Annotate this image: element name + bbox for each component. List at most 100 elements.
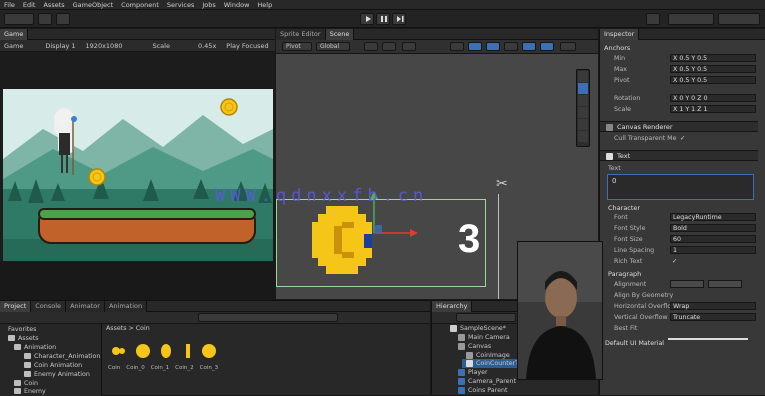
hierarchy-item-scene[interactable]: SampleScene*: [450, 324, 506, 333]
insp-row-v-overflow: Vertical Overflow Truncate: [608, 313, 758, 322]
project-search-input[interactable]: [198, 313, 338, 322]
audio-toggle[interactable]: [486, 42, 500, 51]
insp-row-rich-text: Rich Text ✓: [614, 258, 678, 265]
search-icon[interactable]: [646, 13, 660, 25]
menu-component[interactable]: Component: [121, 0, 159, 10]
layers-dropdown[interactable]: [668, 13, 714, 25]
insp-row-min: Min X 0.5 Y 0.5: [608, 54, 758, 63]
text-value-input[interactable]: 0: [607, 174, 754, 200]
project-panel: Project Console Animator Animation Favor…: [0, 300, 430, 396]
paragraph-section: Paragraph: [608, 270, 642, 278]
tab-animation[interactable]: Animation: [104, 300, 148, 312]
game-scale-value[interactable]: 0.45x: [198, 40, 216, 52]
tree-coin-animation[interactable]: Coin Animation: [24, 361, 82, 370]
tab-sprite-editor[interactable]: Sprite Editor: [276, 28, 326, 40]
anchors-section[interactable]: Anchors: [604, 44, 630, 52]
tab-inspector[interactable]: Inspector: [600, 28, 640, 40]
collab-icon[interactable]: [56, 13, 70, 25]
menu-file[interactable]: File: [4, 0, 15, 10]
game-display-select[interactable]: Display 1: [45, 40, 75, 52]
coin-asset-thumbnails[interactable]: [108, 341, 238, 363]
menu-window[interactable]: Window: [224, 0, 250, 10]
snap-increment-icon[interactable]: [382, 42, 396, 51]
layout-dropdown[interactable]: [718, 13, 760, 25]
pause-button[interactable]: [376, 13, 390, 25]
menu-gameobject[interactable]: GameObject: [73, 0, 114, 10]
canvas-edge-line: [498, 194, 499, 299]
game-display-mode[interactable]: Game: [4, 40, 23, 52]
asset-coin-1[interactable]: Coin_1: [151, 365, 169, 371]
coin-counter-text[interactable]: 3: [458, 219, 480, 259]
menu-jobs[interactable]: Jobs: [202, 0, 215, 10]
asset-coin-2[interactable]: Coin_2: [175, 365, 193, 371]
tree-assets[interactable]: Assets: [8, 334, 39, 343]
tab-scene[interactable]: Scene: [325, 28, 355, 40]
render-mode-icon[interactable]: [402, 42, 416, 51]
hierarchy-item-coins-parent[interactable]: Coins Parent: [458, 386, 507, 395]
alignment-buttons[interactable]: [670, 280, 704, 288]
2d-toggle[interactable]: [450, 42, 464, 51]
cloud-icon[interactable]: [38, 13, 52, 25]
menu-services[interactable]: Services: [167, 0, 194, 10]
watermark: WWW.qdnxxfb.cn: [215, 186, 429, 206]
insp-row-align-geometry: Align By Geometry: [614, 292, 674, 299]
scene-toolbar: Pivot Global: [276, 40, 598, 54]
vertical-alignment-buttons[interactable]: [708, 280, 742, 288]
tree-favorites[interactable]: Favorites: [8, 325, 36, 334]
effects-toggle[interactable]: [504, 42, 518, 51]
asset-grid: Coin Coin_0 Coin_1 Coin_2 Coin_3: [108, 341, 238, 377]
lighting-toggle[interactable]: [468, 42, 482, 51]
tree-animation[interactable]: Animation: [14, 343, 56, 352]
step-button[interactable]: [392, 13, 406, 25]
text-component-header[interactable]: Text: [600, 150, 758, 161]
scale-tool-icon[interactable]: [578, 107, 588, 118]
game-resolution[interactable]: 1920x1080: [86, 40, 123, 52]
hierarchy-item-camera-parent[interactable]: Camera_Parent: [458, 377, 516, 386]
insp-row-max: Max X 0.5 Y 0.5: [608, 65, 758, 74]
tab-console[interactable]: Console: [31, 300, 67, 312]
project-searchbar: [0, 312, 430, 324]
default-material-label[interactable]: Default UI Material: [605, 340, 664, 347]
asset-coin[interactable]: Coin: [108, 365, 120, 371]
tree-character-animation[interactable]: Character_Animation: [24, 352, 100, 361]
insp-row-alignment: Alignment: [608, 280, 758, 289]
transform-tool-icon[interactable]: [578, 131, 588, 142]
play-button[interactable]: [360, 13, 374, 25]
hierarchy-search-input[interactable]: [456, 313, 516, 322]
game-viewport[interactable]: [3, 89, 273, 261]
text-field-label: Text: [608, 165, 621, 172]
hierarchy-item-canvas[interactable]: Canvas: [458, 342, 491, 351]
tab-hierarchy[interactable]: Hierarchy: [432, 300, 473, 312]
tab-project[interactable]: Project: [0, 300, 32, 312]
gizmos-toggle[interactable]: [560, 42, 576, 51]
project-breadcrumb: Assets > Coin: [106, 325, 150, 332]
global-toggle[interactable]: Global: [316, 42, 350, 51]
scene-camera-icon[interactable]: [540, 42, 554, 51]
tab-animator[interactable]: Animator: [66, 300, 105, 312]
breadcrumb-coin[interactable]: Coin: [136, 325, 150, 332]
menu-assets[interactable]: Assets: [43, 0, 64, 10]
grid-snap-icon[interactable]: [364, 42, 378, 51]
insp-row-scale: Scale X 1 Y 1 Z 1: [608, 105, 758, 114]
tab-game[interactable]: Game: [0, 28, 29, 40]
rotate-tool-icon[interactable]: [578, 95, 588, 106]
hidden-objects-toggle[interactable]: [522, 42, 536, 51]
hierarchy-item-player[interactable]: Player: [458, 368, 488, 377]
hand-tool-icon[interactable]: [578, 71, 588, 82]
tree-enemy-animation[interactable]: Enemy Animation: [24, 370, 90, 379]
cull-checkbox[interactable]: ✓: [680, 134, 685, 143]
hierarchy-item-main-camera[interactable]: Main Camera: [458, 333, 510, 342]
rect-tool-icon[interactable]: [578, 119, 588, 130]
account-button[interactable]: [4, 13, 34, 25]
pivot-toggle[interactable]: Pivot: [282, 42, 312, 51]
breadcrumb-assets[interactable]: Assets: [106, 325, 127, 332]
game-tab-bar: Game: [0, 28, 275, 40]
asset-coin-3[interactable]: Coin_3: [200, 365, 218, 371]
asset-coin-0[interactable]: Coin_0: [126, 365, 144, 371]
game-play-focused[interactable]: Play Focused: [226, 40, 268, 52]
menu-help[interactable]: Help: [257, 0, 272, 10]
move-tool-icon[interactable]: [578, 83, 588, 94]
menu-edit[interactable]: Edit: [23, 0, 36, 10]
canvas-renderer-header[interactable]: Canvas Renderer: [600, 121, 758, 132]
hierarchy-item-coin-counter-text[interactable]: CoinCounterText: [462, 359, 528, 368]
